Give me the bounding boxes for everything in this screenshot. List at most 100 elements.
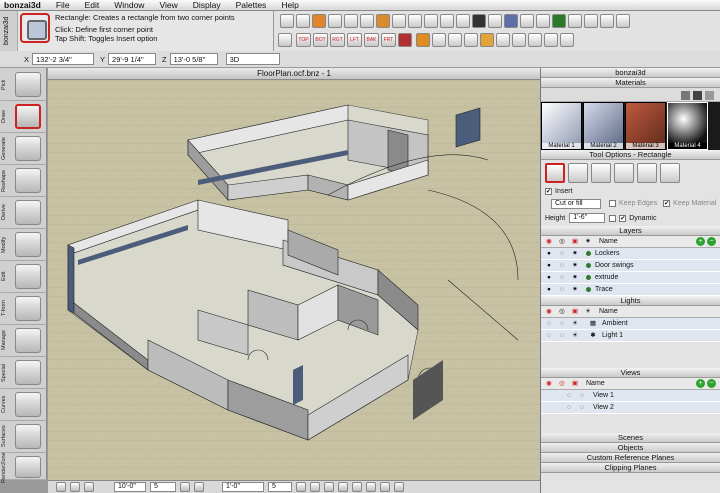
menu-edit[interactable]: Edit bbox=[85, 0, 100, 10]
layers-lock-icon[interactable]: ▣ bbox=[570, 237, 580, 246]
snap-toggle-icon[interactable] bbox=[70, 482, 80, 492]
tool-surfaces[interactable]: Surfaces bbox=[0, 420, 47, 453]
materials-view-icon[interactable] bbox=[681, 91, 690, 100]
objects-panel[interactable]: Objects bbox=[541, 443, 720, 453]
grid-toggle-icon[interactable] bbox=[56, 482, 66, 492]
view-bottom-button[interactable]: BOT bbox=[313, 33, 328, 47]
menu-display[interactable]: Display bbox=[193, 0, 221, 10]
light-icon[interactable] bbox=[520, 14, 534, 28]
views-header[interactable]: Views bbox=[541, 368, 720, 378]
axonometric-icon[interactable] bbox=[398, 33, 412, 47]
view-top-button[interactable]: TOP bbox=[296, 33, 311, 47]
materials-header[interactable]: Materials bbox=[541, 78, 720, 88]
lock-icon[interactable]: ◌ bbox=[577, 403, 587, 412]
sphere-shade-icon[interactable] bbox=[504, 14, 518, 28]
snap-icon[interactable]: ✷ bbox=[570, 273, 580, 282]
glue-icon[interactable] bbox=[424, 14, 438, 28]
zoom-in-icon[interactable] bbox=[496, 33, 510, 47]
snap-mid-icon[interactable] bbox=[352, 482, 362, 492]
snap-end-icon[interactable] bbox=[338, 482, 348, 492]
sun-icon[interactable]: ☀ bbox=[570, 331, 580, 340]
new-file-icon[interactable] bbox=[296, 14, 310, 28]
lock-icon[interactable]: ◌ bbox=[557, 273, 567, 282]
lock-icon[interactable]: ◌ bbox=[557, 261, 567, 270]
layers-header[interactable]: Layers bbox=[541, 226, 720, 236]
view-left-button[interactable]: LFT bbox=[347, 33, 362, 47]
z-coordinate-field[interactable]: 13'-0 5/8" bbox=[169, 53, 218, 65]
wireframe-icon[interactable] bbox=[456, 14, 470, 28]
delete-icon[interactable] bbox=[312, 14, 326, 28]
tool-manage[interactable]: Manage bbox=[0, 324, 47, 357]
keep-edges-checkbox[interactable] bbox=[609, 200, 616, 207]
tool-transform[interactable]: T-form bbox=[0, 292, 47, 325]
zoom-icon[interactable] bbox=[616, 14, 630, 28]
zoom-out-icon[interactable] bbox=[512, 33, 526, 47]
material-swatch-4[interactable]: Material 4 bbox=[667, 102, 708, 150]
material-swatch-1[interactable]: Material 1 bbox=[541, 102, 582, 150]
hide-icon[interactable] bbox=[440, 14, 454, 28]
x-coordinate-field[interactable]: 132'-2 3/4" bbox=[32, 53, 95, 65]
zoom-window-icon[interactable] bbox=[528, 33, 542, 47]
remove-layer-icon[interactable]: − bbox=[707, 237, 716, 246]
layer-row[interactable]: ● ◌ ✷ Lockers bbox=[541, 248, 720, 260]
y-coordinate-field[interactable]: 29'-9 1/4" bbox=[108, 53, 157, 65]
snap-tangent-icon[interactable] bbox=[380, 482, 390, 492]
tool-draw[interactable]: Draw bbox=[0, 100, 47, 133]
clipping-planes-panel[interactable]: Clipping Planes bbox=[541, 463, 720, 473]
sun-icon[interactable]: ☀ bbox=[570, 319, 580, 328]
menu-file[interactable]: File bbox=[56, 0, 70, 10]
view-row[interactable]: ◌ ◌ View 1 bbox=[541, 390, 720, 402]
rect-frame-icon[interactable] bbox=[637, 163, 657, 183]
tool-derive[interactable]: Derive bbox=[0, 196, 47, 229]
height-field[interactable]: 1'-6" bbox=[569, 213, 606, 223]
materials-menu-icon[interactable] bbox=[705, 91, 714, 100]
tool-modify[interactable]: Modify bbox=[0, 228, 47, 261]
view-row[interactable]: ◌ ◌ View 2 bbox=[541, 402, 720, 414]
view-back-button[interactable]: BAK bbox=[364, 33, 379, 47]
rect-cube-icon[interactable] bbox=[568, 163, 588, 183]
cancel-icon[interactable] bbox=[408, 14, 422, 28]
snap-perp-icon[interactable] bbox=[394, 482, 404, 492]
lock-icon[interactable]: ◌ bbox=[557, 331, 567, 340]
tool-reshape[interactable]: Reshape bbox=[0, 164, 47, 197]
plane-icon[interactable] bbox=[84, 482, 94, 492]
grid-spacing-field[interactable]: 10'-0" bbox=[114, 482, 146, 492]
rect-pyramid-icon[interactable] bbox=[614, 163, 634, 183]
lock-icon[interactable]: ◌ bbox=[577, 391, 587, 400]
pan-hand-icon[interactable] bbox=[480, 33, 494, 47]
light-row[interactable]: ◌ ◌ ☀ ▦ Ambient bbox=[541, 318, 720, 330]
layers-visibility-icon[interactable]: ◉ bbox=[544, 237, 554, 246]
height-lock-icon[interactable] bbox=[609, 214, 617, 222]
zoom-selection-icon[interactable] bbox=[560, 33, 574, 47]
tool-pick[interactable]: Pick bbox=[0, 68, 47, 101]
lock-icon[interactable]: ◌ bbox=[557, 285, 567, 294]
shade-icon[interactable] bbox=[488, 14, 502, 28]
distance-field[interactable]: 1'-0" bbox=[222, 482, 264, 492]
app-menu[interactable]: bonzai3d bbox=[4, 0, 41, 10]
insert-checkbox[interactable]: ✔ bbox=[545, 188, 552, 195]
viewport-canvas[interactable] bbox=[48, 80, 540, 480]
redo-icon[interactable] bbox=[392, 14, 406, 28]
eye-icon[interactable]: ◌ bbox=[544, 319, 554, 328]
eye-icon[interactable]: ● bbox=[544, 273, 554, 282]
tool-curves[interactable]: Curves bbox=[0, 388, 47, 421]
view-front-button[interactable]: FRT bbox=[381, 33, 396, 47]
camera-icon[interactable]: ◌ bbox=[564, 403, 574, 412]
lights-sun-icon[interactable]: ☀ bbox=[583, 307, 593, 316]
rect-flat-icon[interactable] bbox=[545, 163, 565, 183]
layer-icon[interactable] bbox=[552, 14, 566, 28]
lock-icon[interactable]: ◌ bbox=[557, 249, 567, 258]
eye-icon[interactable]: ● bbox=[544, 249, 554, 258]
material-swatch-2[interactable]: Material 2 bbox=[583, 102, 624, 150]
cut-fill-select[interactable]: Cut or fill bbox=[551, 198, 601, 209]
light-row[interactable]: ◌ ◌ ☀ ✱ Light 1 bbox=[541, 330, 720, 342]
lights-eye-icon[interactable]: ◎ bbox=[557, 307, 567, 316]
undo-icon[interactable] bbox=[376, 14, 390, 28]
snap-icon[interactable]: ✷ bbox=[570, 249, 580, 258]
walk-icon[interactable] bbox=[464, 33, 478, 47]
lights-lock-icon[interactable]: ▣ bbox=[570, 307, 580, 316]
views-visibility-icon[interactable]: ◉ bbox=[544, 379, 554, 388]
views-lock-icon[interactable]: ▣ bbox=[570, 379, 580, 388]
tool-renderzone[interactable]: RenderZone bbox=[0, 452, 47, 483]
grid-snap-icon[interactable] bbox=[180, 482, 190, 492]
